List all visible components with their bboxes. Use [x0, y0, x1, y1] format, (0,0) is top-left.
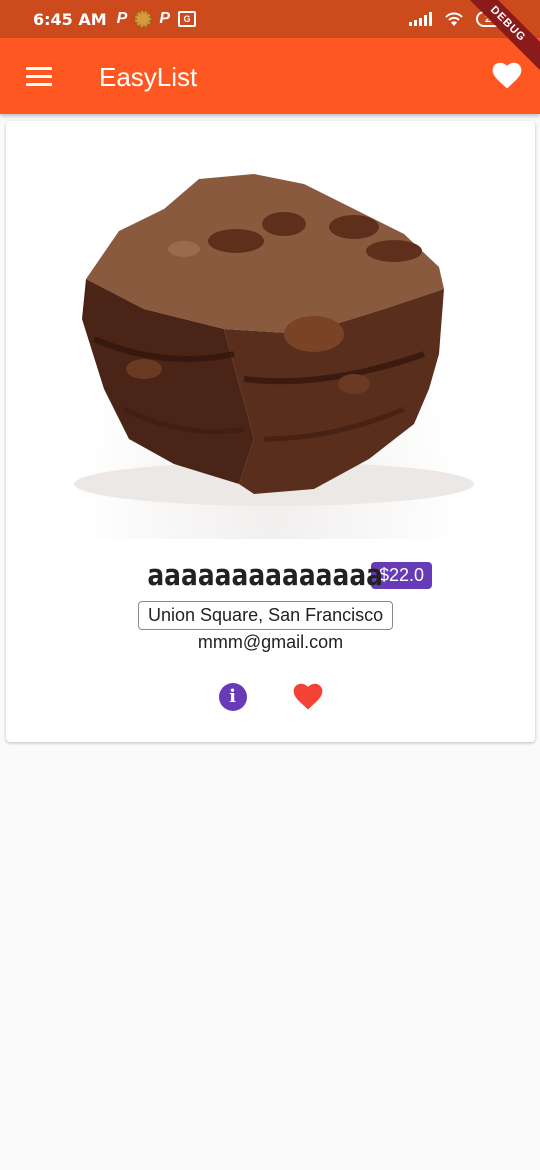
notification-p-icon: P	[116, 10, 128, 27]
notification-p-icon-2: P	[159, 10, 171, 27]
product-image	[24, 139, 518, 539]
product-card: aaaaaaaaaaaaaa $22.0 Union Square, San F…	[6, 121, 535, 742]
product-email: mmm@gmail.com	[197, 632, 344, 652]
address-tag: Union Square, San Francisco	[138, 601, 394, 630]
status-time: 6:45 AM	[33, 9, 107, 29]
app-bar: EasyList	[0, 38, 540, 114]
app-title: EasyList	[99, 62, 198, 92]
title-row: aaaaaaaaaaaaaa $22.0	[6, 558, 535, 592]
brownie-image	[74, 174, 474, 506]
notification-icons: P P G	[116, 10, 197, 28]
notification-app-icon	[135, 11, 152, 27]
signal-icon	[409, 12, 432, 26]
status-bar: 6:45 AM P P G 28	[0, 0, 540, 38]
product-title: aaaaaaaaaaaaaa	[147, 558, 383, 592]
card-actions: i	[6, 683, 535, 711]
info-icon[interactable]: i	[218, 683, 247, 711]
favorite-heart-icon[interactable]	[293, 683, 323, 711]
menu-icon[interactable]	[26, 67, 52, 87]
favorites-heart-icon[interactable]	[492, 62, 522, 90]
wifi-icon	[445, 12, 463, 26]
translate-icon: G	[178, 11, 197, 27]
